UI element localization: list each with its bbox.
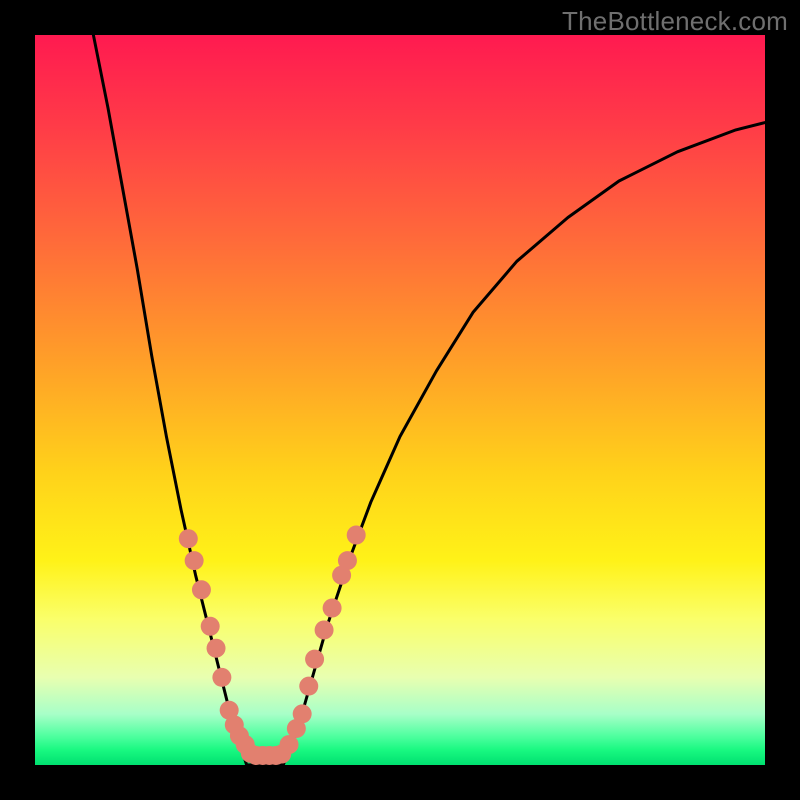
marker-right-cluster-8	[338, 551, 357, 570]
markers-group	[179, 526, 366, 765]
marker-left-cluster-4	[207, 639, 226, 658]
series-left-curve	[93, 35, 246, 765]
watermark-text: TheBottleneck.com	[562, 6, 788, 37]
marker-right-cluster-5	[315, 620, 334, 639]
marker-left-cluster-1	[185, 551, 204, 570]
marker-right-cluster-2	[293, 704, 312, 723]
chart-svg	[35, 35, 765, 765]
chart-frame: TheBottleneck.com	[0, 0, 800, 800]
marker-right-cluster-3	[299, 677, 318, 696]
plot-area	[35, 35, 765, 765]
marker-left-cluster-3	[201, 617, 220, 636]
marker-left-cluster-5	[212, 668, 231, 687]
marker-right-cluster-6	[323, 599, 342, 618]
marker-right-cluster-9	[347, 526, 366, 545]
marker-left-cluster-0	[179, 529, 198, 548]
series-right-curve	[283, 123, 765, 765]
marker-left-cluster-2	[192, 580, 211, 599]
series-group	[93, 35, 765, 765]
marker-right-cluster-4	[305, 650, 324, 669]
